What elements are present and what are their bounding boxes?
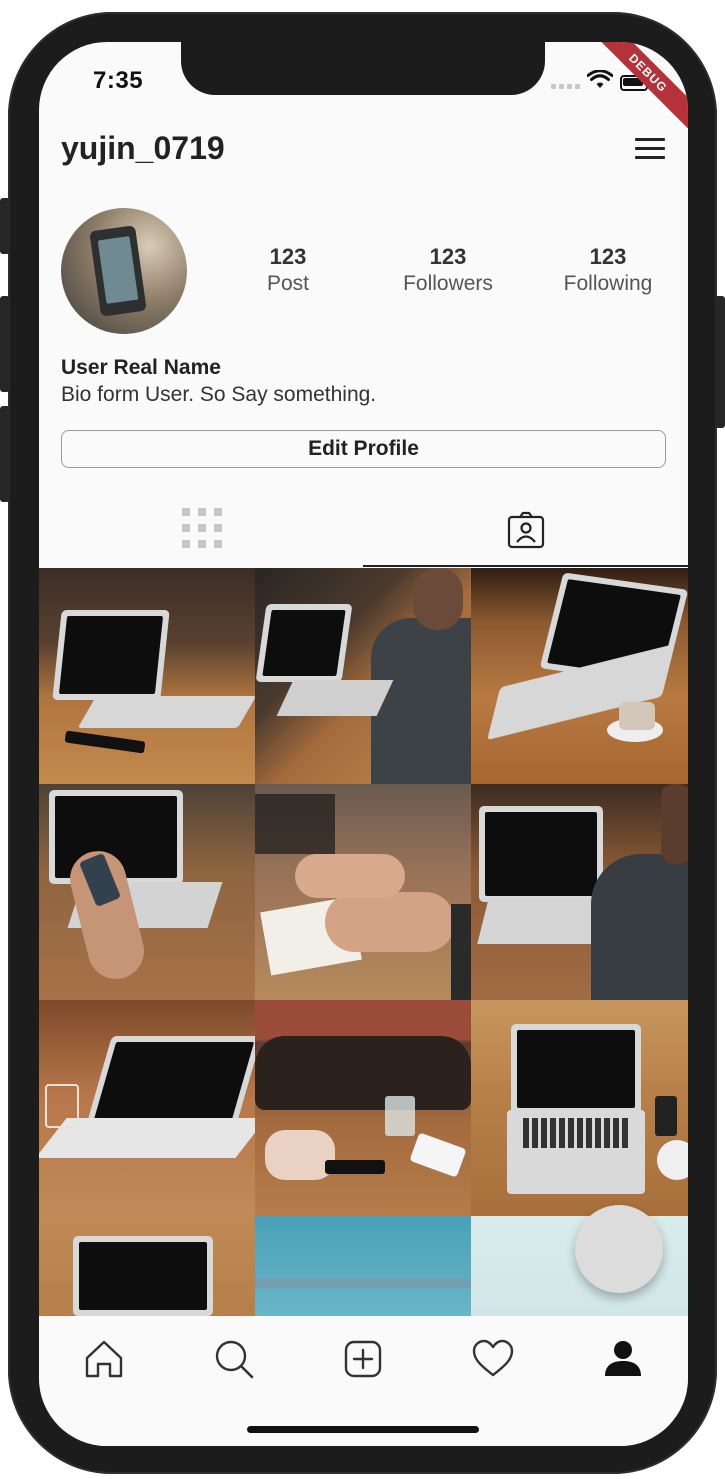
- nav-search[interactable]: [209, 1334, 259, 1384]
- floating-action-button[interactable]: [575, 1205, 663, 1293]
- profile-username: yujin_0719: [61, 130, 225, 166]
- mute-switch: [0, 198, 10, 254]
- photo-thumbnail[interactable]: [471, 568, 688, 784]
- nav-home[interactable]: [79, 1334, 129, 1384]
- add-icon: [344, 1340, 382, 1378]
- edit-profile-button[interactable]: Edit Profile: [61, 430, 666, 468]
- home-indicator[interactable]: [247, 1426, 479, 1433]
- heart-icon: [472, 1339, 514, 1377]
- posts-count: 123: [269, 244, 307, 269]
- followers-label: Followers: [403, 272, 493, 295]
- menu-icon[interactable]: [635, 138, 665, 160]
- stat-following[interactable]: 123 Following: [548, 244, 668, 296]
- notch: [181, 42, 545, 95]
- following-count: 123: [589, 244, 627, 269]
- photo-thumbnail[interactable]: [39, 568, 255, 784]
- profile-bio: Bio form User. So Say something.: [61, 383, 377, 406]
- status-time: 7:35: [93, 67, 144, 94]
- nav-add[interactable]: [338, 1334, 388, 1384]
- posts-label: Post: [266, 272, 310, 295]
- photo-thumbnail[interactable]: [471, 1000, 688, 1216]
- stat-followers[interactable]: 123 Followers: [388, 244, 508, 296]
- tagged-person-icon: [507, 511, 545, 549]
- search-icon: [215, 1340, 254, 1379]
- grid-icon: [182, 508, 222, 548]
- signal-icon: [551, 84, 580, 89]
- wifi-icon: [587, 70, 613, 88]
- avatar[interactable]: [61, 208, 187, 334]
- photo-thumbnail[interactable]: [255, 1000, 471, 1216]
- power-button: [715, 296, 725, 428]
- following-label: Following: [563, 272, 653, 295]
- stat-posts[interactable]: 123 Post: [228, 244, 348, 296]
- profile-icon: [605, 1341, 641, 1376]
- home-icon: [85, 1340, 123, 1378]
- photo-thumbnail[interactable]: [255, 784, 471, 1000]
- photo-grid: [39, 568, 688, 1432]
- photo-thumbnail[interactable]: [39, 784, 255, 1000]
- nav-profile[interactable]: [598, 1334, 648, 1384]
- profile-real-name: User Real Name: [61, 356, 221, 379]
- photo-thumbnail[interactable]: [471, 784, 688, 1000]
- nav-activity[interactable]: [468, 1334, 518, 1384]
- tab-tagged[interactable]: [363, 494, 687, 568]
- app-screen: 7:35 DEBUG yujin_0719 123 Post 123 Follo…: [39, 42, 688, 1446]
- photo-thumbnail[interactable]: [255, 568, 471, 784]
- photo-thumbnail[interactable]: [39, 1000, 255, 1216]
- tab-grid[interactable]: [39, 494, 363, 568]
- volume-down-button: [0, 406, 10, 502]
- followers-count: 123: [429, 244, 467, 269]
- active-tab-indicator: [363, 565, 688, 567]
- volume-up-button: [0, 296, 10, 392]
